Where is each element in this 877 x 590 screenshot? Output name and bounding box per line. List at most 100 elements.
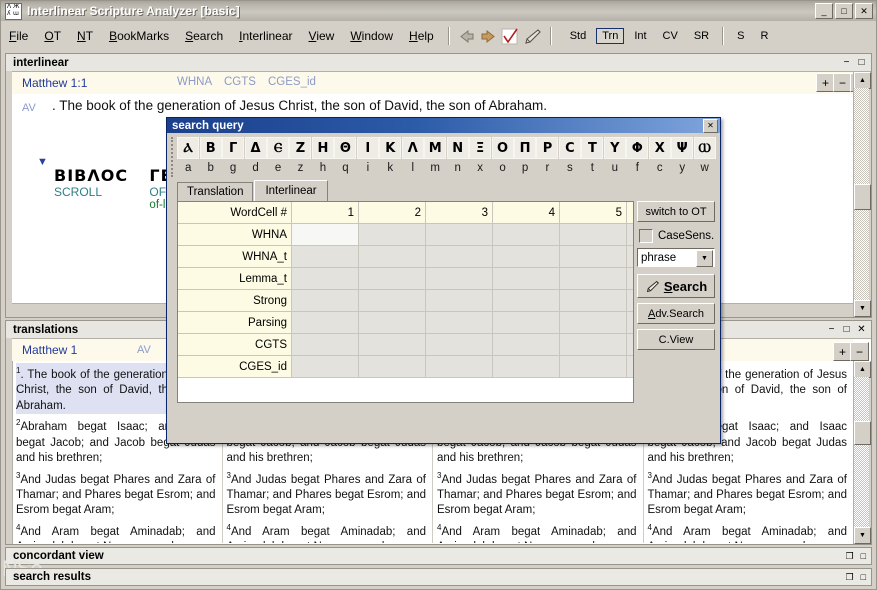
scroll-up-icon[interactable]: ▲ — [854, 361, 871, 378]
grid-cell[interactable] — [426, 334, 493, 356]
chevron-down-icon[interactable]: ▼ — [696, 250, 713, 267]
menu-file[interactable]: FFileile — [1, 26, 36, 46]
greek-key-upper[interactable]: Ρ — [536, 137, 558, 159]
greek-key-z[interactable]: Ζz — [289, 137, 311, 177]
greek-key-u[interactable]: Υu — [604, 137, 626, 177]
greek-key-upper[interactable]: Ο — [492, 137, 514, 159]
close-button[interactable]: ✕ — [855, 3, 873, 19]
grid-cell[interactable] — [560, 268, 627, 290]
greek-key-upper[interactable]: Γ — [222, 137, 244, 159]
grid-cell[interactable] — [560, 356, 627, 378]
grid-cell[interactable] — [560, 312, 627, 334]
mode-button-s[interactable]: S — [731, 28, 750, 44]
greek-key-upper[interactable]: Ⲉ — [267, 137, 289, 159]
greek-key-m[interactable]: Μm — [424, 137, 446, 177]
greek-key-upper[interactable]: Ν — [447, 137, 469, 159]
greek-key-upper[interactable]: Μ — [424, 137, 446, 159]
grid-cell[interactable] — [359, 356, 426, 378]
interlinear-minimize-button[interactable]: − — [841, 58, 852, 68]
greek-key-upper[interactable]: Ⲱ — [694, 137, 716, 159]
greek-key-upper[interactable]: Φ — [626, 137, 648, 159]
translations-maximize-button[interactable]: □ — [841, 325, 852, 335]
greek-key-upper[interactable]: Ϲ — [559, 137, 581, 159]
greek-key-x[interactable]: Ξx — [469, 137, 491, 177]
greek-key-upper[interactable]: Η — [312, 137, 334, 159]
grid-cell[interactable] — [627, 246, 635, 268]
greek-key-q[interactable]: Θq — [334, 137, 356, 177]
mode-button-std[interactable]: Std — [564, 28, 593, 44]
translations-version-label-1[interactable]: AV — [137, 344, 151, 356]
concordant-view-bar[interactable]: concordant view ❐ □ — [5, 547, 872, 565]
pen-icon[interactable] — [522, 26, 544, 46]
grid-cell[interactable] — [560, 224, 627, 246]
mode-button-int[interactable]: Int — [628, 28, 652, 44]
minimize-button[interactable]: _ — [815, 3, 833, 19]
greek-key-upper[interactable]: Ζ — [289, 137, 311, 159]
grid-cell[interactable] — [627, 268, 635, 290]
greek-key-upper[interactable]: Δ — [245, 137, 267, 159]
grid-cell[interactable] — [560, 290, 627, 312]
menu-window[interactable]: Window — [342, 26, 401, 46]
grid-cell[interactable] — [292, 312, 359, 334]
grid-cell[interactable] — [426, 356, 493, 378]
grid-cell[interactable] — [493, 334, 560, 356]
greek-key-e[interactable]: Ⲉe — [267, 137, 289, 177]
grid-cell[interactable] — [627, 312, 635, 334]
greek-key-upper[interactable]: Θ — [334, 137, 356, 159]
grid-cell[interactable] — [493, 290, 560, 312]
greek-key-t[interactable]: Τt — [581, 137, 603, 177]
greek-key-a[interactable]: Ⲁa — [177, 137, 199, 177]
menu-ot[interactable]: OT — [36, 26, 69, 46]
greek-key-r[interactable]: Ρr — [536, 137, 558, 177]
scrollbar-thumb[interactable] — [854, 184, 871, 210]
menu-nt[interactable]: NT — [69, 26, 101, 46]
grid-cell[interactable] — [359, 246, 426, 268]
adv-search-button[interactable]: Adv.Search — [637, 303, 715, 324]
grid-cell[interactable] — [359, 334, 426, 356]
switch-to-ot-button[interactable]: switch to OT — [637, 201, 715, 222]
search-button[interactable]: Search — [637, 274, 715, 298]
greek-key-upper[interactable]: Ψ — [671, 137, 693, 159]
interlinear-tag-whna[interactable]: WHNA — [177, 76, 212, 88]
case-sensitive-checkbox[interactable] — [639, 229, 653, 243]
translations-reference[interactable]: Matthew 1 — [22, 343, 77, 357]
search-dialog-close-button[interactable]: ✕ — [703, 119, 718, 133]
translations-minimize-button[interactable]: − — [826, 325, 837, 335]
interlinear-tag-cgts[interactable]: CGTS — [224, 76, 256, 88]
grid-cell[interactable] — [493, 246, 560, 268]
menu-bookmarks[interactable]: BookMarks — [101, 26, 177, 46]
menu-view[interactable]: View — [301, 26, 343, 46]
greek-key-y[interactable]: Ψy — [671, 137, 693, 177]
menu-interlinear[interactable]: Interlinear — [231, 26, 300, 46]
greek-key-upper[interactable]: Λ — [402, 137, 424, 159]
greek-key-s[interactable]: Ϲs — [559, 137, 581, 177]
greek-key-w[interactable]: Ⲱw — [693, 137, 715, 177]
grid-cell[interactable] — [627, 224, 635, 246]
grid-cell[interactable] — [292, 224, 359, 246]
chevron-down-icon[interactable]: ▼ — [37, 156, 48, 168]
grid-cell[interactable] — [560, 334, 627, 356]
grid-cell[interactable] — [426, 268, 493, 290]
interlinear-tag-cges-id[interactable]: CGES_id — [268, 76, 316, 88]
scrollbar-track[interactable] — [854, 377, 869, 528]
search-query-grid-wrapper[interactable]: WordCell #1234567WHNAWHNA_tLemma_tStrong… — [177, 201, 634, 403]
greek-key-upper[interactable]: Χ — [649, 137, 671, 159]
grid-cell[interactable] — [292, 356, 359, 378]
greek-key-upper[interactable]: Ⲁ — [177, 137, 199, 159]
grid-cell[interactable] — [627, 290, 635, 312]
cview-button[interactable]: C.View — [637, 329, 715, 350]
greek-key-f[interactable]: Φf — [626, 137, 648, 177]
mode-button-trn[interactable]: Trn — [596, 28, 624, 44]
interlinear-vertical-scrollbar[interactable]: ▲ ▼ — [853, 72, 871, 317]
concordant-maximize-button[interactable]: □ — [861, 551, 866, 562]
greek-key-upper[interactable]: Τ — [581, 137, 603, 159]
forward-arrow-icon[interactable] — [478, 26, 500, 46]
case-sensitive-row[interactable]: CaseSens. — [639, 229, 715, 243]
maximize-button[interactable]: □ — [835, 3, 853, 19]
greek-key-upper[interactable]: Υ — [604, 137, 626, 159]
greek-key-h[interactable]: Ηh — [312, 137, 334, 177]
scrollbar-thumb[interactable] — [854, 421, 871, 445]
menu-search[interactable]: Search — [177, 26, 231, 46]
greek-key-upper[interactable]: Ξ — [469, 137, 491, 159]
check-mark-icon[interactable] — [500, 26, 522, 46]
